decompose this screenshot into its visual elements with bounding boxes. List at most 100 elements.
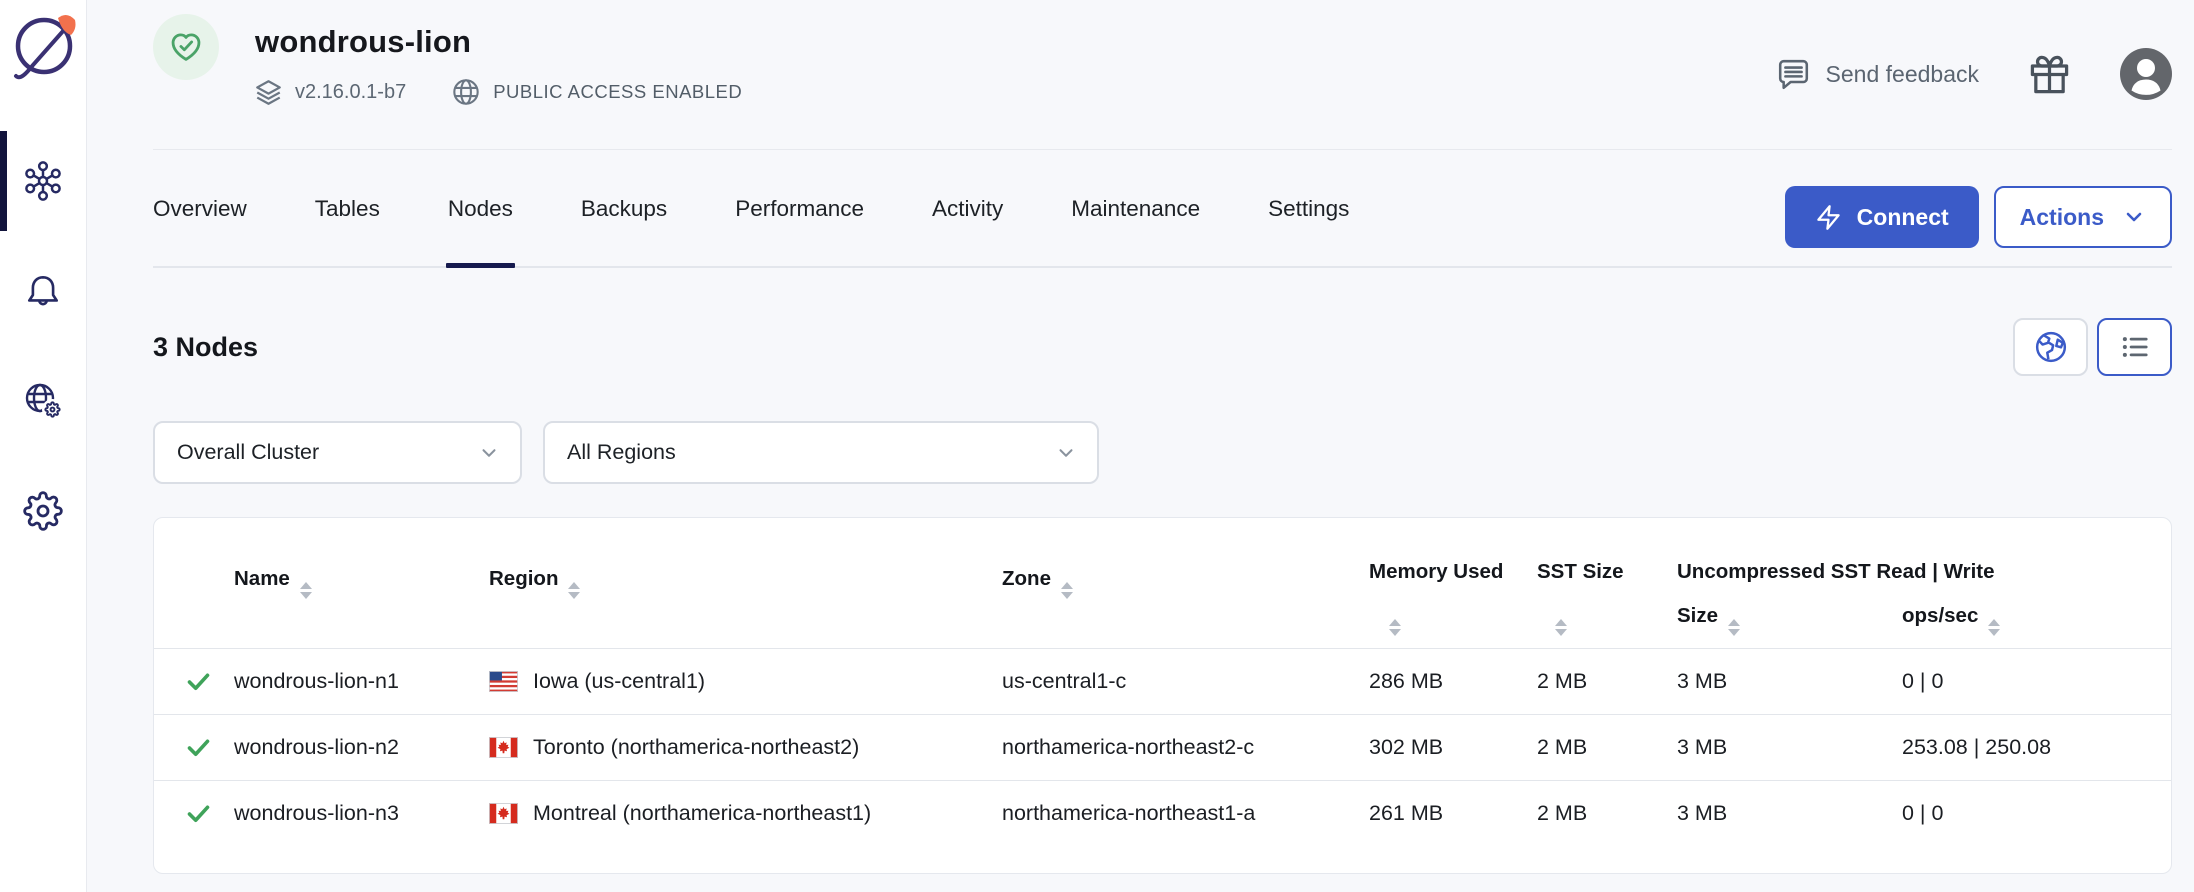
zone-column-header[interactable]: Zone	[1002, 518, 1369, 648]
cluster-action-buttons: Connect Actions	[1785, 186, 2172, 248]
tab-backups[interactable]: Backups	[581, 196, 667, 266]
access-meta: PUBLIC ACCESS ENABLED	[452, 78, 742, 106]
node-memory: 286 MB	[1369, 648, 1537, 714]
sst-size-sort[interactable]	[1537, 592, 1677, 648]
node-sst-size: 2 MB	[1537, 714, 1677, 780]
planet-logo-icon	[7, 5, 79, 85]
gift-button[interactable]	[2029, 54, 2070, 95]
node-read-write-ops: 0 | 0	[1902, 780, 2171, 846]
region-scope-value: All Regions	[567, 440, 676, 465]
table-row: wondrous-lion-n1	[154, 648, 2171, 714]
node-read-write-ops: 0 | 0	[1902, 648, 2171, 714]
sort-icon	[300, 582, 312, 599]
tab-nodes[interactable]: Nodes	[448, 196, 513, 266]
cluster-scope-select[interactable]: Overall Cluster	[153, 421, 522, 484]
chevron-down-icon	[1055, 442, 1077, 464]
tab-activity[interactable]: Activity	[932, 196, 1003, 266]
list-icon	[2117, 329, 2153, 365]
sidebar-item-network[interactable]	[0, 351, 86, 451]
ops-sec-column-header[interactable]: ops/sec	[1902, 592, 2171, 648]
node-uncompressed-size: 3 MB	[1677, 648, 1902, 714]
node-zone: northamerica-northeast1-a	[1002, 780, 1369, 846]
memory-used-column-header[interactable]: Memory Used	[1369, 518, 1537, 592]
sort-icon	[1061, 582, 1073, 599]
avatar-icon	[2120, 48, 2172, 100]
page-title: wondrous-lion	[255, 24, 742, 60]
us-flag-icon	[489, 671, 518, 692]
node-region: Toronto (northamerica-northeast2)	[489, 714, 1002, 780]
node-memory: 261 MB	[1369, 780, 1537, 846]
sst-size-column-header[interactable]: SST Size	[1537, 518, 1677, 592]
nodes-table-card: Name Region Zone Memory Used SST Size	[153, 517, 2172, 874]
table-row: wondrous-lion-n2	[154, 714, 2171, 780]
cluster-header: wondrous-lion v2.16.0.1-b7	[153, 0, 2172, 150]
canada-flag-icon	[489, 803, 518, 824]
sidebar-item-alerts[interactable]	[0, 241, 86, 341]
cluster-meta: v2.16.0.1-b7 PUBLIC ACCESS ENABLED	[255, 78, 742, 106]
sidebar-nav	[0, 131, 86, 561]
node-read-write-ops: 253.08 | 250.08	[1902, 714, 2171, 780]
health-badge	[153, 14, 219, 80]
map-globe-icon	[2033, 329, 2069, 365]
tab-tables[interactable]: Tables	[315, 196, 380, 266]
connect-button[interactable]: Connect	[1785, 186, 1979, 248]
nodes-table: Name Region Zone Memory Used SST Size	[154, 518, 2171, 846]
connect-label: Connect	[1857, 204, 1949, 231]
node-zone: northamerica-northeast2-c	[1002, 714, 1369, 780]
node-status-healthy	[154, 780, 234, 846]
check-icon	[185, 668, 212, 695]
feedback-bubble-icon	[1775, 56, 1812, 93]
tab-overview[interactable]: Overview	[153, 196, 247, 266]
node-name: wondrous-lion-n2	[234, 714, 489, 780]
sidebar-item-clusters[interactable]	[0, 131, 86, 231]
memory-used-sort[interactable]	[1369, 592, 1537, 648]
node-status-healthy	[154, 714, 234, 780]
tab-performance[interactable]: Performance	[735, 196, 864, 266]
globe-gear-icon	[22, 380, 64, 422]
node-zone: us-central1-c	[1002, 648, 1369, 714]
sort-icon	[1988, 619, 2000, 636]
node-uncompressed-size: 3 MB	[1677, 780, 1902, 846]
list-view-toggle[interactable]	[2097, 318, 2172, 376]
check-icon	[185, 800, 212, 827]
node-status-healthy	[154, 648, 234, 714]
region-scope-select[interactable]: All Regions	[543, 421, 1099, 484]
nodes-count-heading: 3 Nodes	[153, 332, 258, 363]
heart-check-icon	[168, 29, 204, 65]
globe-icon	[452, 78, 480, 106]
title-block: wondrous-lion v2.16.0.1-b7	[255, 12, 742, 149]
version-meta: v2.16.0.1-b7	[255, 79, 406, 106]
node-sst-size: 2 MB	[1537, 648, 1677, 714]
node-name: wondrous-lion-n3	[234, 780, 489, 846]
header-actions: Send feedback	[1775, 48, 2172, 100]
node-region: Iowa (us-central1)	[489, 648, 1002, 714]
sidebar-item-settings[interactable]	[0, 461, 86, 561]
name-column-header[interactable]: Name	[234, 518, 489, 648]
sort-icon	[1555, 619, 1567, 636]
uncompressed-size-column-header[interactable]: Size	[1677, 592, 1902, 648]
node-filters: Overall Cluster All Regions	[153, 421, 2172, 484]
actions-button[interactable]: Actions	[1994, 186, 2172, 248]
uncompressed-sst-group-header: Uncompressed SST Read | Write	[1677, 518, 2171, 592]
cluster-icon	[22, 160, 64, 202]
bell-icon	[23, 271, 63, 311]
status-column-header	[154, 518, 234, 648]
node-memory: 302 MB	[1369, 714, 1537, 780]
access-label: PUBLIC ACCESS ENABLED	[493, 81, 742, 103]
region-column-header[interactable]: Region	[489, 518, 1002, 648]
map-view-toggle[interactable]	[2013, 318, 2088, 376]
sidebar	[0, 0, 87, 892]
table-row: wondrous-lion-n3	[154, 780, 2171, 846]
send-feedback-label: Send feedback	[1826, 61, 1979, 88]
bolt-icon	[1815, 204, 1842, 231]
tab-maintenance[interactable]: Maintenance	[1071, 196, 1200, 266]
send-feedback-button[interactable]: Send feedback	[1775, 56, 1979, 93]
cluster-scope-value: Overall Cluster	[177, 440, 319, 465]
sort-icon	[1389, 619, 1401, 636]
layers-icon	[255, 79, 282, 106]
app-logo[interactable]	[7, 5, 79, 85]
node-sst-size: 2 MB	[1537, 780, 1677, 846]
sort-icon	[568, 582, 580, 599]
user-avatar[interactable]	[2120, 48, 2172, 100]
tab-settings[interactable]: Settings	[1268, 196, 1349, 266]
